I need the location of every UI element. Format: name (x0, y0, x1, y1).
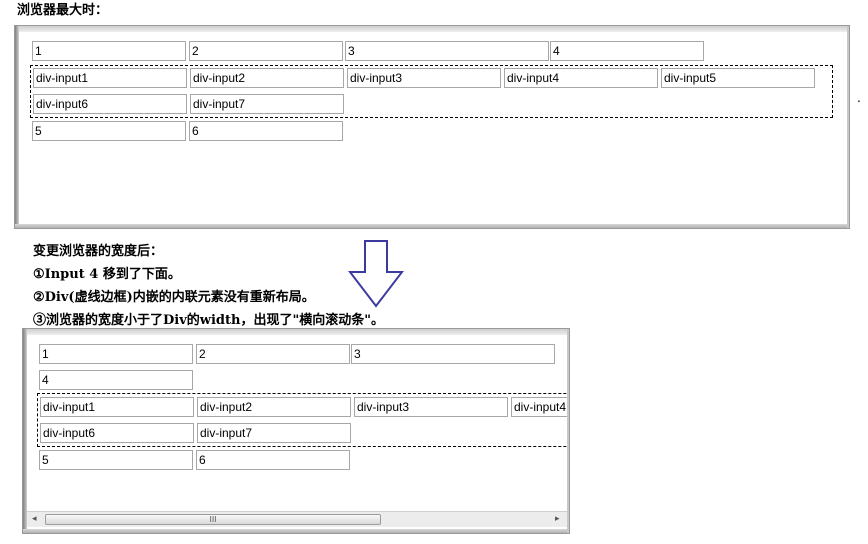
div-dashed-viewport: div-input1 div-input2 div-input3 div-inp… (37, 393, 567, 449)
div-input-1[interactable]: div-input1 (33, 68, 187, 88)
div-input-3[interactable]: div-input3 (354, 397, 508, 417)
window-frame-top (15, 26, 849, 32)
scroll-right-arrow-icon[interactable]: ▸ (555, 514, 560, 525)
scrollbar-thumb[interactable]: III (45, 514, 381, 525)
note-1: ①Input 4 移到了下面。 (33, 267, 181, 282)
div-input-4[interactable]: div-input4 (511, 397, 567, 417)
div-input-3[interactable]: div-input3 (347, 68, 501, 88)
window-frame-top (23, 329, 569, 335)
input-4[interactable]: 4 (39, 370, 193, 390)
div-dashed-container: div-input1 div-input2 div-input3 div-inp… (30, 65, 833, 118)
input-5[interactable]: 5 (32, 121, 186, 141)
caption-maximized: 浏览器最大时： (17, 3, 109, 18)
window-frame-right (567, 329, 569, 533)
input-2[interactable]: 2 (196, 344, 350, 364)
input-3[interactable]: 3 (345, 41, 549, 61)
down-arrow-icon (348, 240, 404, 308)
scroll-left-arrow-icon[interactable]: ◂ (32, 514, 37, 525)
window-frame-left (23, 329, 27, 533)
input-4[interactable]: 4 (550, 41, 704, 61)
div-input-5[interactable]: div-input5 (661, 68, 815, 88)
div-input-2[interactable]: div-input2 (197, 397, 351, 417)
div-input-2[interactable]: div-input2 (190, 68, 344, 88)
notes-heading: 变更浏览器的宽度后： (33, 244, 164, 259)
browser-window-narrow: 1 2 3 4 div-input1 div-input2 div-input3… (22, 328, 570, 534)
note-2: ②Div(虚线边框)内嵌的内联元素没有重新布局。 (33, 290, 315, 305)
div-input-1[interactable]: div-input1 (40, 397, 194, 417)
div-dashed-container: div-input1 div-input2 div-input3 div-inp… (37, 393, 567, 447)
input-6[interactable]: 6 (196, 450, 350, 470)
note-3: ③浏览器的宽度小于了Div的width，出现了"横向滚动条"。 (33, 313, 384, 328)
input-6[interactable]: 6 (189, 121, 343, 141)
horizontal-scrollbar[interactable]: ◂ III ▸ (27, 511, 567, 527)
scrollbar-grip-icon: III (209, 515, 217, 524)
input-1[interactable]: 1 (39, 344, 193, 364)
input-1[interactable]: 1 (32, 41, 186, 61)
browser-window-maximized: 1 2 3 4 div-input1 div-input2 div-input3… (14, 25, 850, 229)
window-frame-bottom (15, 224, 849, 228)
input-5[interactable]: 5 (39, 450, 193, 470)
div-input-6[interactable]: div-input6 (40, 423, 194, 443)
input-2[interactable]: 2 (189, 41, 343, 61)
stray-dot: . (857, 91, 861, 105)
window-frame-bottom (23, 529, 569, 533)
div-input-7[interactable]: div-input7 (190, 94, 344, 114)
window-frame-right (847, 26, 849, 228)
div-input-4[interactable]: div-input4 (504, 68, 658, 88)
input-3[interactable]: 3 (351, 344, 555, 364)
window-frame-left (15, 26, 19, 228)
div-input-6[interactable]: div-input6 (33, 94, 187, 114)
div-input-7[interactable]: div-input7 (197, 423, 351, 443)
